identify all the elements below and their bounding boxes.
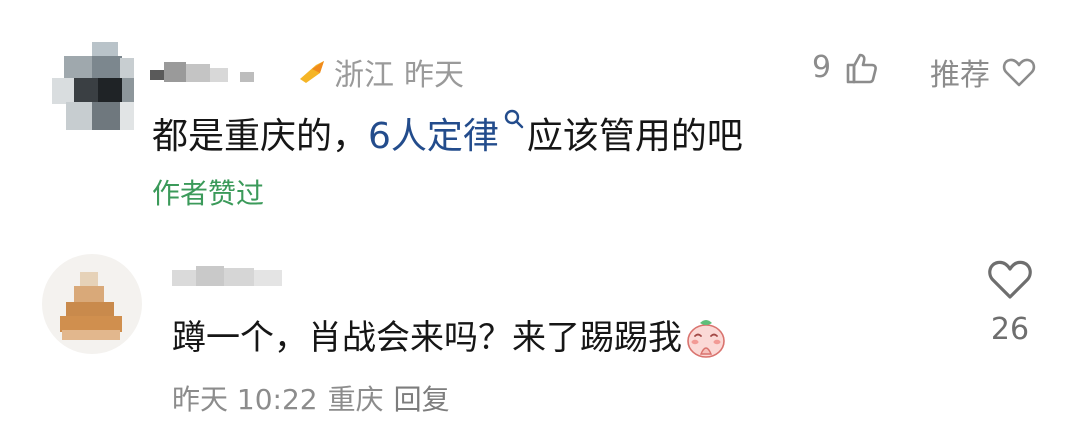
comment-text: 蹲一个，肖战会来吗？来了踢踢我 <box>172 314 728 362</box>
recommend-label: 推荐 <box>930 58 990 93</box>
heart-outline-icon <box>988 260 1032 299</box>
comment-region: 浙江 <box>334 58 394 93</box>
search-icon <box>504 109 524 129</box>
heart-outline-icon <box>1002 58 1036 87</box>
like-button[interactable]: 26 <box>978 258 1042 347</box>
like-count: 26 <box>990 312 1030 347</box>
like-count: 9 <box>812 50 832 85</box>
thumbs-up-icon <box>846 53 878 83</box>
author-liked-tag: 作者赞过 <box>152 177 265 210</box>
avatar[interactable] <box>52 42 134 130</box>
recommend-button[interactable]: 推荐 <box>930 50 1036 94</box>
comment-text-part: 应该管用的吧 <box>526 116 743 157</box>
reply-button[interactable]: 回复 <box>394 383 450 416</box>
comment-text: 都是重庆的，6人定律 应该管用的吧 <box>152 108 743 162</box>
pray-emoji-icon <box>687 320 725 358</box>
comment-meta: 昨天 10:22 重庆 回复 <box>172 378 450 418</box>
comment-time: 昨天 10:22 <box>172 383 318 416</box>
comment-text-part: 都是重庆的， <box>152 116 369 157</box>
comment-time: 昨天 <box>404 58 464 93</box>
avatar[interactable] <box>42 254 142 354</box>
comment-text-part: 蹲一个，肖战会来吗？来了踢踢我 <box>172 318 682 358</box>
comment-region: 重庆 <box>327 383 384 416</box>
username-blurred[interactable] <box>172 262 284 292</box>
like-button[interactable]: 9 <box>812 50 879 85</box>
keyword-search-link[interactable]: 6人定律 <box>368 109 527 157</box>
fan-badge-icon <box>300 61 324 83</box>
keyword-text: 6人定律 <box>368 116 499 157</box>
comment-meta: 浙江 昨天 <box>334 50 464 94</box>
